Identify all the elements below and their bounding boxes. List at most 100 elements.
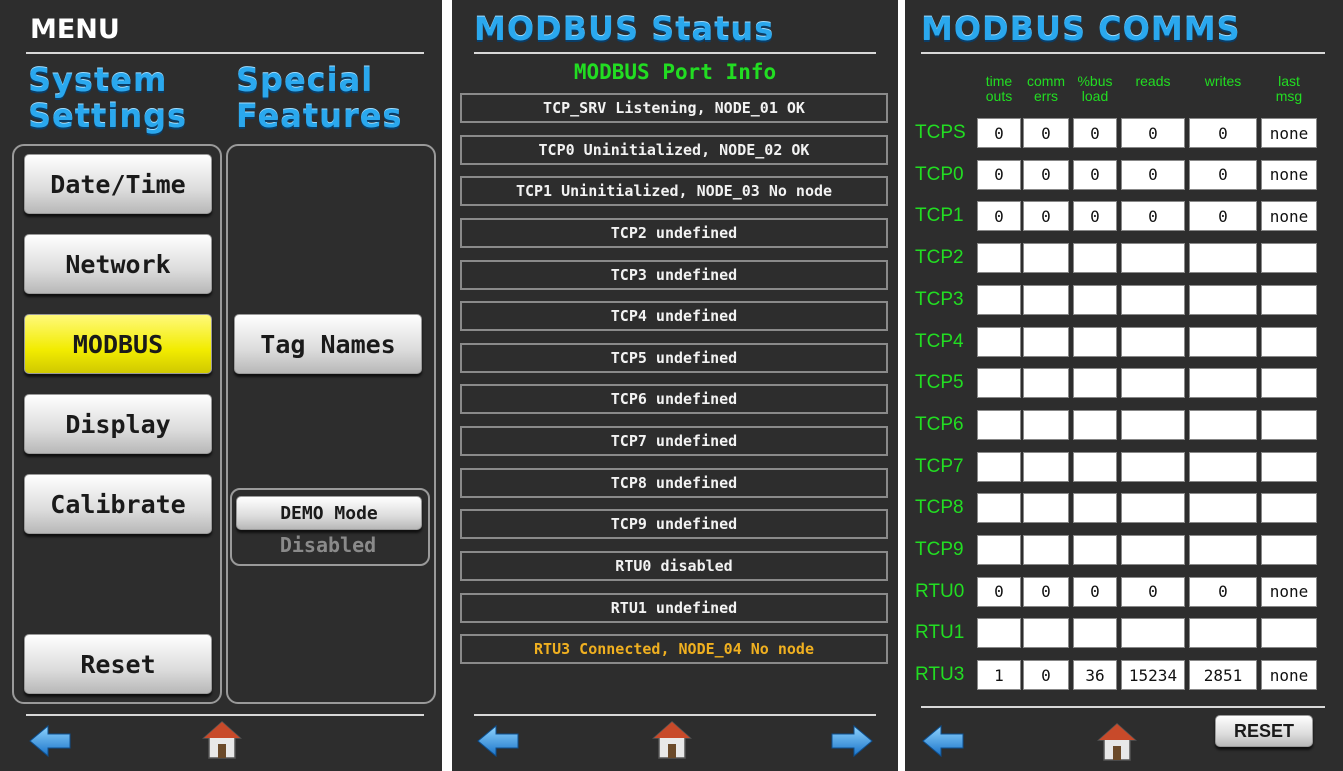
table-cell: 0 [977, 576, 1021, 607]
table-cell [1261, 451, 1317, 482]
table-cell [1121, 493, 1185, 524]
table-cell [1121, 243, 1185, 274]
column-header: %bus load [1077, 73, 1113, 104]
status-row-tcp5: TCP5 undefined [460, 343, 888, 373]
table-cell: 0 [1189, 576, 1257, 607]
column-header: time outs [985, 73, 1013, 104]
row-label: TCP4 [915, 330, 964, 352]
row-label: RTU3 [915, 664, 965, 686]
row-label: TCP5 [915, 372, 964, 394]
table-cell [1073, 243, 1117, 274]
table-cell [1189, 243, 1257, 274]
table-cell [977, 618, 1021, 649]
table-cell [1073, 368, 1117, 399]
table-cell [1189, 409, 1257, 440]
table-cell: 0 [1073, 118, 1117, 148]
back-arrow-icon[interactable] [921, 724, 965, 758]
table-cell [1023, 493, 1069, 524]
table-cell: 0 [1073, 576, 1117, 607]
status-row-tcp4: TCP4 undefined [460, 301, 888, 331]
datetime-button[interactable]: Date/Time [24, 154, 212, 214]
table-cell: none [1261, 118, 1317, 148]
row-label: TCP9 [915, 539, 964, 560]
table-cell [1189, 284, 1257, 315]
row-label: TCP1 [915, 205, 964, 227]
table-cell: 0 [977, 159, 1021, 190]
table-cell: 36 [1073, 660, 1117, 691]
table-cell [1023, 284, 1069, 315]
table-cell: 0 [977, 118, 1021, 148]
table-cell: none [1261, 660, 1317, 691]
comms-reset-button[interactable]: RESET [1215, 715, 1313, 747]
table-cell [1189, 326, 1257, 357]
table-cell [1023, 535, 1069, 565]
home-icon[interactable] [202, 720, 242, 760]
table-cell: 0 [1121, 201, 1185, 232]
table-cell [1121, 409, 1185, 440]
table-cell [1023, 243, 1069, 274]
status-row-tcp7: TCP7 undefined [460, 426, 888, 456]
footer-divider [26, 714, 424, 716]
row-label: TCP2 [915, 247, 964, 269]
column-header: last msg [1275, 73, 1303, 104]
table-cell [1073, 409, 1117, 440]
forward-arrow-icon[interactable] [830, 724, 874, 758]
table-cell: 15234 [1121, 660, 1185, 691]
column-header: reads [1135, 73, 1171, 89]
demo-mode-button[interactable]: DEMO Mode [236, 496, 422, 530]
table-cell [1261, 243, 1317, 274]
row-label: TCP7 [915, 455, 964, 477]
table-cell [977, 368, 1021, 399]
table-cell [1189, 368, 1257, 399]
display-button[interactable]: Display [24, 394, 212, 454]
demo-mode-status: Disabled [279, 533, 377, 557]
back-arrow-icon[interactable] [476, 724, 520, 758]
menu-panel: MENU System Settings Special Features Da… [0, 0, 442, 771]
table-cell [1073, 493, 1117, 524]
table-cell: 0 [1189, 201, 1257, 232]
tag-names-button[interactable]: Tag Names [234, 314, 422, 374]
table-cell [1121, 284, 1185, 315]
special-features-heading: Special Features [236, 61, 403, 135]
status-row-tcp-srv: TCP_SRV Listening, NODE_01 OK [460, 93, 888, 123]
table-cell [1261, 326, 1317, 357]
status-title: MODBUS Status [474, 10, 775, 48]
table-cell [1121, 618, 1185, 649]
table-cell: 2851 [1189, 660, 1257, 691]
modbus-button[interactable]: MODBUS [24, 314, 212, 374]
network-button[interactable]: Network [24, 234, 212, 294]
table-cell [1023, 618, 1069, 649]
header-divider [26, 52, 424, 54]
back-arrow-icon[interactable] [28, 724, 72, 758]
reset-button[interactable]: Reset [24, 634, 212, 694]
table-cell: none [1261, 576, 1317, 607]
header-divider [921, 52, 1325, 54]
table-cell: 0 [977, 201, 1021, 232]
system-settings-heading: System Settings [28, 61, 188, 135]
column-header: writes [1204, 73, 1242, 89]
status-row-tcp1: TCP1 Uninitialized, NODE_03 No node [460, 176, 888, 206]
table-cell: none [1261, 201, 1317, 232]
table-cell [1121, 368, 1185, 399]
table-cell [1073, 284, 1117, 315]
table-cell [1073, 535, 1117, 565]
table-cell [1261, 368, 1317, 399]
status-row-tcp0: TCP0 Uninitialized, NODE_02 OK [460, 135, 888, 165]
table-cell: 0 [1073, 201, 1117, 232]
status-row-rtu3: RTU3 Connected, NODE_04 No node [460, 634, 888, 664]
home-icon[interactable] [1097, 722, 1137, 762]
row-label: TCP6 [915, 413, 964, 435]
status-row-rtu0: RTU0 disabled [460, 551, 888, 581]
home-icon[interactable] [652, 720, 692, 760]
table-cell [1023, 451, 1069, 482]
table-cell: 0 [1023, 159, 1069, 190]
status-row-rtu1: RTU1 undefined [460, 593, 888, 623]
status-row-tcp9: TCP9 undefined [460, 509, 888, 539]
table-cell: 0 [1121, 576, 1185, 607]
modbus-status-panel: MODBUS Status MODBUS Port Info TCP_SRV L… [452, 0, 898, 771]
calibrate-button[interactable]: Calibrate [24, 474, 212, 534]
row-label: RTU1 [915, 622, 965, 644]
table-cell [1073, 618, 1117, 649]
table-cell [1023, 326, 1069, 357]
table-cell [1261, 409, 1317, 440]
